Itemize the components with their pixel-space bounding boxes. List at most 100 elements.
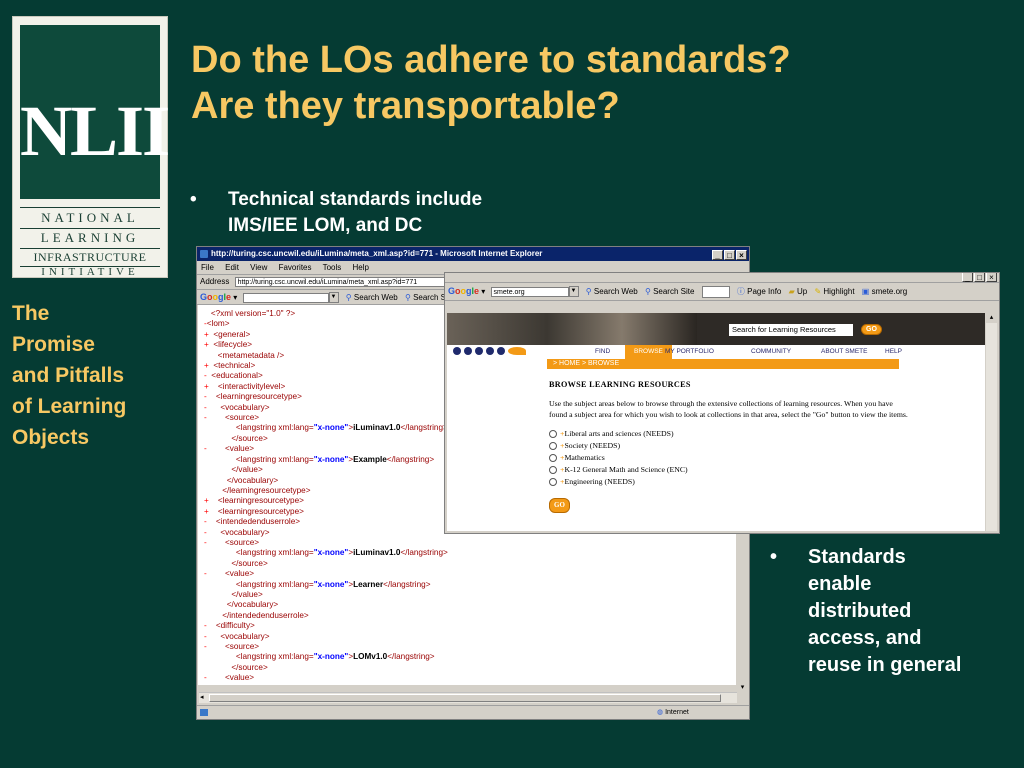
menu-edit[interactable]: Edit bbox=[225, 263, 239, 272]
browse-intro: Use the subject areas below to browse th… bbox=[549, 399, 908, 419]
page-info-button[interactable]: ⓘ Page Info bbox=[737, 287, 781, 296]
ie-title-bar[interactable]: http://turing.csc.uncwil.edu/iLumina/met… bbox=[197, 247, 749, 261]
scroll-down-icon[interactable]: ▾ bbox=[737, 683, 748, 693]
maximize-button[interactable]: □ bbox=[724, 250, 735, 260]
zone-label: ◍ Internet bbox=[657, 709, 689, 716]
address-label: Address bbox=[200, 277, 230, 286]
radio-button[interactable] bbox=[549, 454, 557, 463]
smete-vertical-scrollbar[interactable]: ▴ bbox=[986, 313, 997, 531]
bullet-line: Technical standards include bbox=[228, 189, 483, 210]
subject-option[interactable]: +Society (NEEDS) bbox=[549, 440, 909, 452]
search-go-button[interactable]: GO bbox=[861, 324, 882, 335]
horizontal-scrollbar[interactable]: ◂ bbox=[199, 692, 737, 703]
site-button[interactable]: ▣ smete.org bbox=[862, 287, 907, 296]
smete-google-dropdown-icon[interactable]: ▼ bbox=[568, 286, 579, 298]
slide-title-line: Are they transportable? bbox=[191, 85, 620, 127]
menu-favorites[interactable]: Favorites bbox=[279, 263, 312, 272]
close-button[interactable]: × bbox=[986, 273, 997, 282]
xml-line: </intendedenduserrole> bbox=[222, 610, 309, 620]
minimize-button[interactable]: _ bbox=[712, 250, 723, 260]
smete-google-input[interactable]: smete.org bbox=[490, 286, 569, 297]
browse-go-button[interactable]: GO bbox=[549, 498, 570, 513]
menu-file[interactable]: File bbox=[201, 263, 214, 272]
google-dropdown-icon[interactable]: ▼ bbox=[328, 292, 339, 304]
xml-line: </value> bbox=[231, 589, 263, 599]
xml-line[interactable]: - <value> bbox=[204, 569, 736, 579]
bullet-line: enable bbox=[808, 573, 872, 595]
xml-line[interactable]: - <value> bbox=[204, 673, 736, 683]
google-menu-icon[interactable]: ▾ bbox=[479, 287, 485, 296]
folder-up-icon: ▰ bbox=[788, 287, 795, 296]
side-caption: The Promise and Pitfalls of Learning Obj… bbox=[12, 298, 126, 453]
close-button[interactable]: × bbox=[736, 250, 747, 260]
subject-option[interactable]: +Mathematics bbox=[549, 452, 909, 464]
up-button[interactable]: ▰ Up bbox=[789, 287, 808, 296]
bullet-line: reuse in general bbox=[808, 654, 962, 676]
side-caption-line: Objects bbox=[12, 426, 90, 449]
search-web-button[interactable]: ⚲ Search Web bbox=[586, 287, 638, 296]
xml-line[interactable]: - <vocabulary> bbox=[204, 632, 736, 642]
info-icon: ⓘ bbox=[736, 287, 745, 296]
banner-photo bbox=[447, 313, 697, 345]
site-icon: ▣ bbox=[861, 287, 870, 296]
browse-content: BROWSE LEARNING RESOURCES Use the subjec… bbox=[549, 379, 909, 513]
nav-find[interactable]: FIND bbox=[595, 345, 610, 359]
xml-line: <langstring xml:lang="x-none">Learner</l… bbox=[235, 579, 431, 589]
highlight-icon: ✎ bbox=[814, 287, 822, 296]
bullet-mark: • bbox=[770, 546, 778, 568]
xml-line[interactable]: - <difficulty> bbox=[204, 621, 736, 631]
nav-my-portfolio[interactable]: MY PORTFOLIO bbox=[665, 345, 714, 359]
menu-tools[interactable]: Tools bbox=[323, 263, 342, 272]
radio-button[interactable] bbox=[549, 430, 557, 439]
nav-help[interactable]: HELP bbox=[885, 345, 902, 359]
google-search-input[interactable] bbox=[242, 292, 329, 303]
smete-logo-dots bbox=[453, 347, 529, 357]
google-logo: Google bbox=[200, 292, 232, 302]
search-site-button[interactable]: ⚲ Search Site bbox=[645, 287, 694, 296]
smete-nav: FIND BROWSE MY PORTFOLIO COMMUNITY ABOUT… bbox=[547, 345, 902, 359]
smete-top-strip: _ □ × bbox=[445, 273, 999, 283]
xml-line[interactable]: - <source> bbox=[204, 642, 736, 652]
radio-button[interactable] bbox=[549, 442, 557, 451]
pagerank-indicator bbox=[701, 285, 730, 298]
page-icon bbox=[200, 709, 208, 716]
search-icon: ⚲ bbox=[345, 293, 352, 302]
nav-community[interactable]: COMMUNITY bbox=[751, 345, 791, 359]
menu-help[interactable]: Help bbox=[353, 263, 369, 272]
xml-line[interactable]: - <source> bbox=[204, 538, 736, 548]
breadcrumb[interactable]: > HOME > BROWSE bbox=[547, 359, 899, 369]
scroll-left-icon[interactable]: ◂ bbox=[200, 693, 204, 701]
google-menu-icon[interactable]: ▾ bbox=[231, 293, 237, 302]
globe-icon: ◍ bbox=[657, 709, 664, 716]
radio-button[interactable] bbox=[549, 478, 557, 487]
smete-browser-window[interactable]: _ □ × Google ▾ smete.org ▼ ⚲ Search Web ⚲ S… bbox=[444, 272, 1000, 534]
ie-window-title: http://turing.csc.uncwil.edu/iLumina/met… bbox=[211, 249, 543, 258]
ie-status-bar: ◍ Internet bbox=[197, 705, 749, 719]
logo-line-2: LEARNING bbox=[40, 230, 140, 245]
logo-line-3: INFRASTRUCTURE bbox=[33, 250, 147, 264]
search-web-button[interactable]: ⚲ Search Web bbox=[346, 293, 398, 302]
scroll-up-icon[interactable]: ▴ bbox=[986, 313, 997, 323]
resource-search-input[interactable]: Search for Learning Resources bbox=[729, 324, 853, 336]
subject-option[interactable]: +K-12 General Math and Science (ENC) bbox=[549, 464, 909, 476]
maximize-button[interactable]: □ bbox=[974, 273, 985, 282]
horizontal-scroll-thumb[interactable] bbox=[209, 694, 721, 702]
radio-button[interactable] bbox=[549, 466, 557, 475]
menu-view[interactable]: View bbox=[250, 263, 267, 272]
logo-line-1: NATIONAL bbox=[41, 210, 139, 225]
smete-banner: Search for Learning Resources GO bbox=[447, 313, 985, 345]
subject-option[interactable]: +Engineering (NEEDS) bbox=[549, 476, 909, 488]
minimize-button[interactable]: _ bbox=[962, 273, 973, 282]
xml-line: </source> bbox=[231, 558, 268, 568]
bullet-mark: • bbox=[190, 189, 197, 210]
xml-line: <langstring xml:lang="x-none">LOMv1.0</l… bbox=[235, 652, 435, 662]
bullet-standards-enable: • Standards enable distributed access, a… bbox=[770, 544, 961, 676]
highlight-button[interactable]: ✎ Highlight bbox=[814, 287, 854, 296]
slide-title-line: Do the LOs adhere to standards? bbox=[191, 39, 791, 81]
logo-line-4: INITIATIVE bbox=[41, 266, 139, 278]
ie-icon bbox=[200, 250, 208, 258]
nav-about-smete[interactable]: ABOUT SMETE bbox=[821, 345, 867, 359]
browse-heading: BROWSE LEARNING RESOURCES bbox=[549, 380, 691, 389]
search-site-icon: ⚲ bbox=[644, 287, 651, 296]
subject-option[interactable]: +Liberal arts and sciences (NEEDS) bbox=[549, 428, 909, 440]
